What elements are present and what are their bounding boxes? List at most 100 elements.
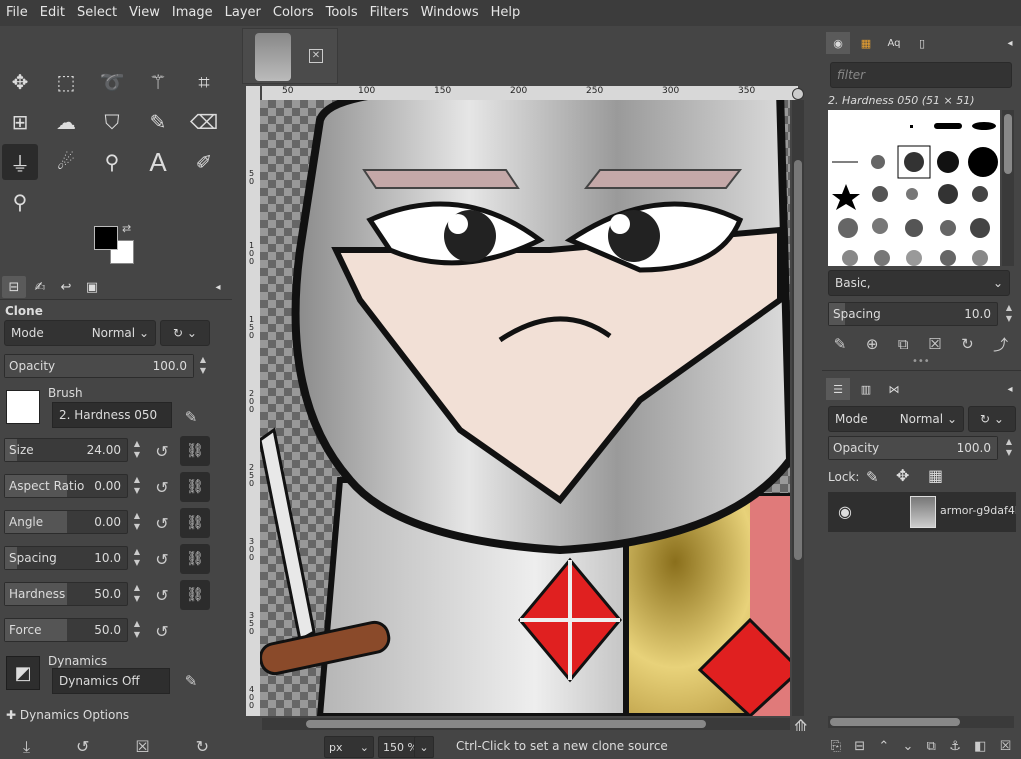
- lower-layer-icon[interactable]: ⌄: [903, 739, 914, 754]
- device-status-tab-icon[interactable]: ✍: [28, 276, 52, 298]
- zoom-dropdown-icon[interactable]: ⌄: [414, 736, 434, 758]
- reset-options-icon[interactable]: ↻: [196, 737, 209, 756]
- refresh-brushes-icon[interactable]: ↻: [961, 335, 974, 353]
- force-reset-icon[interactable]: ↺: [152, 620, 172, 642]
- vertical-ruler[interactable]: 5 0 1 0 0 1 5 0 2 0 0 2 5 0 3 0 0 3 5 0 …: [246, 100, 260, 716]
- hardness-link-icon[interactable]: ⛓: [180, 580, 210, 610]
- anchor-layer-icon[interactable]: ⚓: [949, 739, 961, 754]
- delete-brush-icon[interactable]: ☒: [928, 335, 941, 353]
- images-tab-icon[interactable]: ▣: [80, 276, 104, 298]
- new-layer-icon[interactable]: ⎘: [831, 739, 841, 754]
- spacing-reset-icon[interactable]: ↺: [152, 548, 172, 570]
- clone-tool-icon[interactable]: ⏚: [2, 144, 38, 180]
- mask-layer-icon[interactable]: ◧: [974, 739, 986, 754]
- size-reset-icon[interactable]: ↺: [152, 440, 172, 462]
- size-stepper-icon[interactable]: ▲ ▼: [130, 438, 144, 462]
- brush-preview[interactable]: [6, 390, 40, 424]
- force-stepper-icon[interactable]: ▲ ▼: [130, 618, 144, 642]
- smudge-tool-icon[interactable]: ☄: [48, 144, 84, 180]
- save-preset-icon[interactable]: ⤓: [23, 737, 30, 757]
- brush-edit-icon[interactable]: ✎: [180, 406, 202, 428]
- zoom-tool-icon[interactable]: ⚲: [2, 184, 38, 220]
- brush-tag-combo[interactable]: Basic, ⌄: [828, 270, 1010, 296]
- layers-scrollbar[interactable]: [828, 716, 1014, 728]
- menu-colors[interactable]: Colors: [267, 0, 320, 26]
- size-spin[interactable]: Size 24.00: [4, 438, 128, 462]
- size-link-icon[interactable]: ⛓: [180, 436, 210, 466]
- layer-mode-combo[interactable]: Mode Normal ⌄: [828, 406, 964, 432]
- brush-spacing-stepper-icon[interactable]: ▲ ▼: [1002, 302, 1016, 326]
- menu-file[interactable]: File: [0, 0, 34, 26]
- mode-reset-button[interactable]: ↻ ⌄: [160, 320, 210, 346]
- edit-brush-icon[interactable]: ✎: [834, 335, 847, 353]
- lock-pixels-icon[interactable]: ✎: [866, 468, 879, 486]
- spacing-link-icon[interactable]: ⛓: [180, 544, 210, 574]
- unit-combo[interactable]: px ⌄: [324, 736, 374, 758]
- lock-position-icon[interactable]: ✥: [896, 466, 909, 485]
- visibility-eye-icon[interactable]: ◉: [838, 502, 852, 521]
- brushes-dock-menu-icon[interactable]: ◂: [998, 32, 1021, 54]
- documents-tab-icon[interactable]: ▯: [910, 32, 934, 54]
- menu-view[interactable]: View: [123, 0, 166, 26]
- layer-opacity-spin[interactable]: Opacity 100.0: [828, 436, 998, 460]
- rect-select-tool-icon[interactable]: ⬚: [48, 64, 84, 100]
- free-select-tool-icon[interactable]: ➰: [94, 64, 130, 100]
- angle-link-icon[interactable]: ⛓: [180, 508, 210, 538]
- angle-reset-icon[interactable]: ↺: [152, 512, 172, 534]
- hardness-stepper-icon[interactable]: ▲ ▼: [130, 582, 144, 606]
- navigate-icon[interactable]: [792, 88, 804, 100]
- brush-grid-scrollbar[interactable]: [1002, 110, 1014, 266]
- duplicate-layer-icon[interactable]: ⧉: [927, 739, 936, 754]
- close-tab-icon[interactable]: ✕: [309, 49, 323, 63]
- ruler-corner[interactable]: [246, 86, 260, 100]
- menu-image[interactable]: Image: [166, 0, 219, 26]
- brush-field[interactable]: 2. Hardness 050: [52, 402, 172, 428]
- warp-tool-icon[interactable]: ☁: [48, 104, 84, 140]
- brushes-tab-icon[interactable]: ◉: [826, 32, 850, 54]
- transform-tool-icon[interactable]: ⊞: [2, 104, 38, 140]
- patterns-tab-icon[interactable]: ▦: [854, 32, 878, 54]
- fonts-tab-icon[interactable]: Aq: [882, 32, 906, 54]
- brush-grid[interactable]: [828, 110, 1000, 266]
- force-spin[interactable]: Force 50.0: [4, 618, 128, 642]
- dock-menu-icon[interactable]: ◂: [206, 276, 230, 298]
- bucket-fill-tool-icon[interactable]: ⛉: [94, 104, 130, 140]
- color-picker-tool-icon[interactable]: ✐: [186, 144, 222, 180]
- foreground-color[interactable]: [94, 226, 118, 250]
- menu-layer[interactable]: Layer: [219, 0, 267, 26]
- layers-tab-icon[interactable]: ☰: [826, 378, 850, 400]
- swap-colors-icon[interactable]: ⇄: [122, 222, 131, 235]
- opacity-stepper-icon[interactable]: ▲ ▼: [196, 354, 210, 378]
- spacing-stepper-icon[interactable]: ▲ ▼: [130, 546, 144, 570]
- menu-select[interactable]: Select: [71, 0, 123, 26]
- dynamics-options-expander[interactable]: ✚ Dynamics Options: [6, 708, 129, 722]
- move-tool-icon[interactable]: ✥: [2, 64, 38, 100]
- tool-options-tab-icon[interactable]: ⊟: [2, 276, 26, 298]
- horizontal-ruler[interactable]: 50 100 150 200 250 300 350: [262, 86, 798, 100]
- undo-history-tab-icon[interactable]: ↩: [54, 276, 78, 298]
- image-canvas[interactable]: [260, 100, 790, 716]
- delete-preset-icon[interactable]: ☒: [135, 737, 149, 756]
- pane-handle-icon[interactable]: •••: [912, 356, 930, 367]
- brush-filter-input[interactable]: filter: [830, 62, 1012, 88]
- fg-bg-colors[interactable]: ⇄: [94, 222, 144, 270]
- quick-mask-icon[interactable]: ⟰: [794, 716, 807, 735]
- paintbrush-tool-icon[interactable]: ✎: [140, 104, 176, 140]
- layer-opacity-stepper-icon[interactable]: ▲ ▼: [1002, 436, 1016, 460]
- menu-tools[interactable]: Tools: [320, 0, 364, 26]
- hardness-reset-icon[interactable]: ↺: [152, 584, 172, 606]
- menu-edit[interactable]: Edit: [34, 0, 71, 26]
- image-tab[interactable]: ✕: [242, 28, 338, 84]
- canvas-horizontal-scrollbar[interactable]: [262, 718, 790, 730]
- menu-help[interactable]: Help: [485, 0, 527, 26]
- aspect-link-icon[interactable]: ⛓: [180, 472, 210, 502]
- angle-stepper-icon[interactable]: ▲ ▼: [130, 510, 144, 534]
- new-brush-icon[interactable]: ⊕: [866, 335, 879, 353]
- eraser-tool-icon[interactable]: ⌫: [186, 104, 222, 140]
- layer-mode-reset-button[interactable]: ↻ ⌄: [968, 406, 1016, 432]
- angle-spin[interactable]: Angle 0.00: [4, 510, 128, 534]
- dynamics-edit-icon[interactable]: ✎: [180, 670, 202, 692]
- mode-combo[interactable]: Mode Normal ⌄: [4, 320, 156, 346]
- layers-dock-menu-icon[interactable]: ◂: [998, 378, 1021, 400]
- opacity-spin[interactable]: Opacity 100.0: [4, 354, 194, 378]
